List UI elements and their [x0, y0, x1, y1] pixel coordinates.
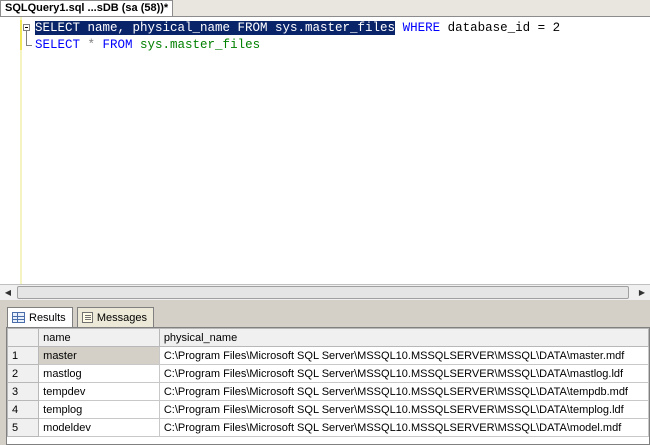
- grid-icon: [12, 312, 25, 323]
- editor-horizontal-scrollbar[interactable]: ◀ ▶: [0, 284, 650, 300]
- object-name: sys.master_files: [132, 38, 261, 52]
- keyword-from: FROM: [102, 38, 133, 52]
- row-number[interactable]: 4: [7, 400, 40, 419]
- selected-query-text: SELECT name, physical_name FROM sys.mast…: [35, 21, 396, 35]
- where-clause: database_id = 2: [440, 21, 561, 35]
- table-row[interactable]: 5 modeldev C:\Program Files\Microsoft SQ…: [7, 418, 649, 437]
- code-line-1[interactable]: SELECT name, physical_name FROM sys.mast…: [35, 20, 560, 36]
- column-header-physical-name[interactable]: physical_name: [158, 328, 649, 347]
- keyword-where: WHERE: [402, 21, 441, 35]
- table-row[interactable]: 1 master C:\Program Files\Microsoft SQL …: [7, 346, 649, 365]
- cell-physical-name[interactable]: C:\Program Files\Microsoft SQL Server\MS…: [158, 382, 649, 401]
- cell-physical-name[interactable]: C:\Program Files\Microsoft SQL Server\MS…: [158, 400, 649, 419]
- cell-physical-name[interactable]: C:\Program Files\Microsoft SQL Server\MS…: [158, 418, 649, 437]
- header-row: name physical_name: [7, 328, 649, 347]
- outline-guide-end: [26, 45, 32, 46]
- operator-star: *: [80, 38, 103, 52]
- messages-icon: [82, 312, 93, 323]
- row-number[interactable]: 5: [7, 418, 40, 437]
- table-row[interactable]: 4 templog C:\Program Files\Microsoft SQL…: [7, 400, 649, 419]
- cell-name[interactable]: mastlog: [38, 364, 160, 383]
- keyword-select: SELECT: [35, 38, 81, 52]
- cell-physical-name[interactable]: C:\Program Files\Microsoft SQL Server\MS…: [158, 346, 649, 365]
- code-line-2[interactable]: SELECT * FROM sys.master_files: [35, 37, 260, 53]
- document-tab-strip: SQLQuery1.sql ...sDB (sa (58))*: [0, 0, 650, 16]
- table-row[interactable]: 3 tempdev C:\Program Files\Microsoft SQL…: [7, 382, 649, 401]
- query-editor[interactable]: SELECT name, physical_name FROM sys.mast…: [0, 16, 650, 284]
- cell-name[interactable]: tempdev: [38, 382, 160, 401]
- cell-name[interactable]: modeldev: [38, 418, 160, 437]
- scroll-right-icon[interactable]: ▶: [634, 285, 650, 300]
- cell-name[interactable]: master: [38, 346, 160, 365]
- outline-guide: [26, 31, 27, 45]
- table-row[interactable]: 2 mastlog C:\Program Files\Microsoft SQL…: [7, 364, 649, 383]
- scroll-left-icon[interactable]: ◀: [0, 285, 16, 300]
- scrollbar-thumb[interactable]: [17, 286, 629, 299]
- row-number[interactable]: 1: [7, 346, 40, 365]
- tab-messages[interactable]: Messages: [77, 307, 154, 327]
- tab-messages-label: Messages: [96, 311, 147, 324]
- collapse-toggle-icon[interactable]: [23, 24, 30, 31]
- results-table: name physical_name 1 master C:\Program F…: [7, 328, 649, 437]
- row-number[interactable]: 2: [7, 364, 40, 383]
- editor-gutter: [0, 17, 20, 284]
- column-header-name[interactable]: name: [38, 328, 160, 347]
- row-number[interactable]: 3: [7, 382, 40, 401]
- change-tracking-bar: [20, 17, 22, 284]
- query-document-tab[interactable]: SQLQuery1.sql ...sDB (sa (58))*: [0, 0, 174, 16]
- tab-results[interactable]: Results: [7, 307, 73, 327]
- row-number-header[interactable]: [7, 328, 40, 347]
- results-grid[interactable]: name physical_name 1 master C:\Program F…: [6, 327, 650, 445]
- cell-name[interactable]: templog: [38, 400, 160, 419]
- results-tab-strip: Results Messages: [0, 305, 650, 327]
- cell-physical-name[interactable]: C:\Program Files\Microsoft SQL Server\MS…: [158, 364, 649, 383]
- tab-results-label: Results: [29, 311, 66, 324]
